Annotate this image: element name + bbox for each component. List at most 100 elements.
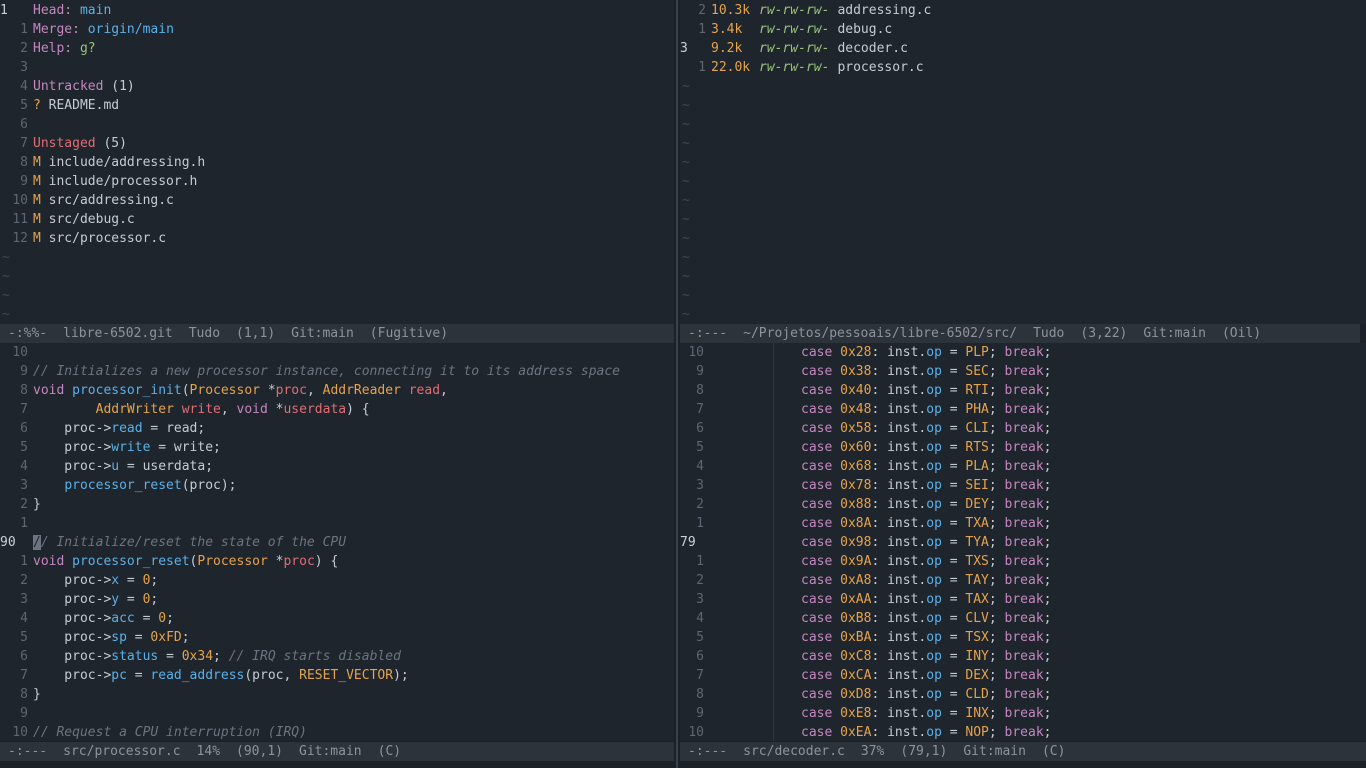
code-line[interactable]: 79 case 0x98: inst.op = TYA; break; bbox=[680, 533, 1366, 552]
assign-token: = bbox=[941, 687, 966, 702]
directory-entry[interactable]: 1 22.0k rw-rw-rw-processor.c bbox=[680, 58, 1366, 77]
code-line[interactable]: 6 case 0x58: inst.op = CLI; break; bbox=[680, 419, 1366, 438]
code-line[interactable]: 7 case 0x48: inst.op = PHA; break; bbox=[680, 400, 1366, 419]
code-line[interactable]: 6 case 0xC8: inst.op = INY; break; bbox=[680, 647, 1366, 666]
code-line[interactable]: 10 // Request a CPU interruption (IRQ) bbox=[0, 723, 674, 741]
code-line[interactable]: 1 void processor_reset(Processor *proc) { bbox=[0, 552, 674, 571]
git-status-modeline: -:%%- libre-6502.git Tudo (1,1) Git:main (Fug… bbox=[0, 324, 674, 343]
directory-entry[interactable]: 3 9.2k rw-rw-rw-decoder.c bbox=[680, 39, 1366, 58]
line-number: 10 bbox=[688, 345, 704, 360]
oil-directory-pane[interactable]: 2 10.3k rw-rw-rw-addressing.c 1 3.4k rw-rw-rw… bbox=[680, 0, 1366, 324]
code-line[interactable]: 9 // Initializes a new processor instance… bbox=[0, 362, 674, 381]
code-token: y bbox=[111, 592, 120, 607]
op-field: op bbox=[926, 554, 942, 569]
code-line[interactable]: 7 case 0xCA: inst.op = DEX; break; bbox=[680, 666, 1366, 685]
semicolon-token: ; bbox=[988, 706, 997, 721]
code-line[interactable]: 2 case 0xA8: inst.op = TAY; break; bbox=[680, 571, 1366, 590]
vertical-split-divider[interactable] bbox=[676, 0, 678, 768]
code-line[interactable]: 4 Untracked (1) bbox=[0, 77, 674, 96]
decoder-editor-pane[interactable]: 10 case 0x28: inst.op = PLP; break; 9 case … bbox=[680, 343, 1366, 741]
code-line[interactable]: 7 proc->pc = read_address(proc, RESET_VE… bbox=[0, 666, 674, 685]
code-line[interactable]: 4 proc->acc = 0; bbox=[0, 609, 674, 628]
line-number: 6 bbox=[696, 649, 704, 664]
break-keyword: break bbox=[1004, 383, 1044, 398]
code-line[interactable]: 6 proc->read = read; bbox=[0, 419, 674, 438]
code-line[interactable]: 3 proc->y = 0; bbox=[0, 590, 674, 609]
code-line[interactable]: 5 proc->write = write; bbox=[0, 438, 674, 457]
code-line[interactable]: 2 case 0x88: inst.op = DEY; break; bbox=[680, 495, 1366, 514]
code-line[interactable]: 6 bbox=[0, 115, 674, 134]
case-keyword: case bbox=[801, 345, 841, 360]
code-line[interactable]: 8 case 0x40: inst.op = RTI; break; bbox=[680, 381, 1366, 400]
code-token: x bbox=[111, 573, 120, 588]
break-keyword: break bbox=[1004, 630, 1044, 645]
code-line[interactable]: 3 processor_reset(proc); bbox=[0, 476, 674, 495]
code-line[interactable]: 6 proc->status = 0x34; // IRQ starts dis… bbox=[0, 647, 674, 666]
code-line[interactable]: 2 Help: g? bbox=[0, 39, 674, 58]
git-status-pane[interactable]: 1 Head: main 1 Merge: origin/main 2 Help: g? 3… bbox=[0, 0, 674, 324]
code-line[interactable]: 12 M src/processor.c bbox=[0, 229, 674, 248]
code-line[interactable]: 10 M src/addressing.c bbox=[0, 191, 674, 210]
code-line[interactable]: 5 proc->sp = 0xFD; bbox=[0, 628, 674, 647]
code-line[interactable]: 4 case 0xB8: inst.op = CLV; break; bbox=[680, 609, 1366, 628]
colon-token: : bbox=[871, 497, 888, 512]
processor-editor-pane[interactable]: 10 9// Initializes a new processor instan… bbox=[0, 343, 674, 741]
code-line[interactable]: 10 case 0x28: inst.op = PLP; break; bbox=[680, 343, 1366, 362]
code-line[interactable]: 4 case 0x68: inst.op = PLA; break; bbox=[680, 457, 1366, 476]
code-line[interactable]: 8M include/addressing.h bbox=[0, 153, 674, 172]
assign-token: = bbox=[941, 516, 966, 531]
code-line[interactable]: 7 Unstaged (5) bbox=[0, 134, 674, 153]
modeline-segment: (Fugitive) bbox=[369, 326, 449, 341]
opcode-value: 0x98 bbox=[840, 535, 872, 550]
line-number: 4 bbox=[20, 611, 28, 626]
code-line[interactable]: 3 bbox=[0, 58, 674, 77]
directory-entry[interactable]: 1 3.4k rw-rw-rw-debug.c bbox=[680, 20, 1366, 39]
semicolon-token: ; bbox=[988, 383, 997, 398]
code-line[interactable]: 5 case 0x60: inst.op = RTS; break; bbox=[680, 438, 1366, 457]
modeline-segment: (1,1) bbox=[236, 326, 276, 341]
code-token: src/processor.c bbox=[48, 231, 167, 246]
code-line[interactable]: 10 bbox=[0, 343, 674, 362]
op-field: op bbox=[926, 478, 942, 493]
assign-token: = bbox=[941, 592, 966, 607]
line-number: 3 bbox=[696, 592, 704, 607]
code-line[interactable]: 8} bbox=[0, 685, 674, 704]
code-line[interactable]: 8 case 0xD8: inst.op = CLD; break; bbox=[680, 685, 1366, 704]
code-line[interactable]: 1 bbox=[0, 514, 674, 533]
empty-line-marker: ~ bbox=[680, 172, 1366, 191]
code-token: Processor bbox=[189, 383, 268, 398]
code-line[interactable]: 9 bbox=[0, 704, 674, 723]
code-line[interactable]: 90 // Initialize/reset the state of the C… bbox=[0, 533, 674, 552]
code-line[interactable]: 2} bbox=[0, 495, 674, 514]
code-line[interactable]: 7 AddrWriter write, void *userdata) { bbox=[0, 400, 674, 419]
code-line[interactable]: 10 case 0xEA: inst.op = NOP; break; bbox=[680, 723, 1366, 741]
code-token: userdata bbox=[283, 402, 347, 417]
line-number: 2 bbox=[698, 3, 706, 18]
code-line[interactable]: 8 void processor_init(Processor *proc, Ad… bbox=[0, 381, 674, 400]
code-line[interactable]: 1 Head: main bbox=[0, 1, 674, 20]
code-line[interactable]: 9 case 0xE8: inst.op = INX; break; bbox=[680, 704, 1366, 723]
assign-token: = bbox=[941, 440, 966, 455]
op-field: op bbox=[926, 592, 942, 607]
assign-token: = bbox=[941, 668, 966, 683]
code-line[interactable]: 3 case 0x78: inst.op = SEI; break; bbox=[680, 476, 1366, 495]
code-line[interactable]: 2 proc->x = 0; bbox=[0, 571, 674, 590]
code-line[interactable]: 9 case 0x38: inst.op = SEC; break; bbox=[680, 362, 1366, 381]
assign-token: = bbox=[941, 630, 966, 645]
code-line[interactable]: 3 case 0xAA: inst.op = TAX; break; bbox=[680, 590, 1366, 609]
code-line[interactable]: 11 M src/debug.c bbox=[0, 210, 674, 229]
code-line[interactable]: 9M include/processor.h bbox=[0, 172, 674, 191]
code-line[interactable]: 1 Merge: origin/main bbox=[0, 20, 674, 39]
line-number: 8 bbox=[20, 383, 28, 398]
code-line[interactable]: 1 case 0x8A: inst.op = TXA; break; bbox=[680, 514, 1366, 533]
code-line[interactable]: 5? README.md bbox=[0, 96, 674, 115]
semicolon-token: ; bbox=[988, 554, 997, 569]
directory-entry[interactable]: 2 10.3k rw-rw-rw-addressing.c bbox=[680, 1, 1366, 20]
code-line[interactable]: 1 case 0x9A: inst.op = TXS; break; bbox=[680, 552, 1366, 571]
code-token: src/debug.c bbox=[48, 212, 135, 227]
code-token: 0x34 bbox=[181, 649, 214, 664]
code-line[interactable]: 5 case 0xBA: inst.op = TSX; break; bbox=[680, 628, 1366, 647]
code-line[interactable]: 4 proc->u = userdata; bbox=[0, 457, 674, 476]
line-number: 6 bbox=[20, 649, 28, 664]
